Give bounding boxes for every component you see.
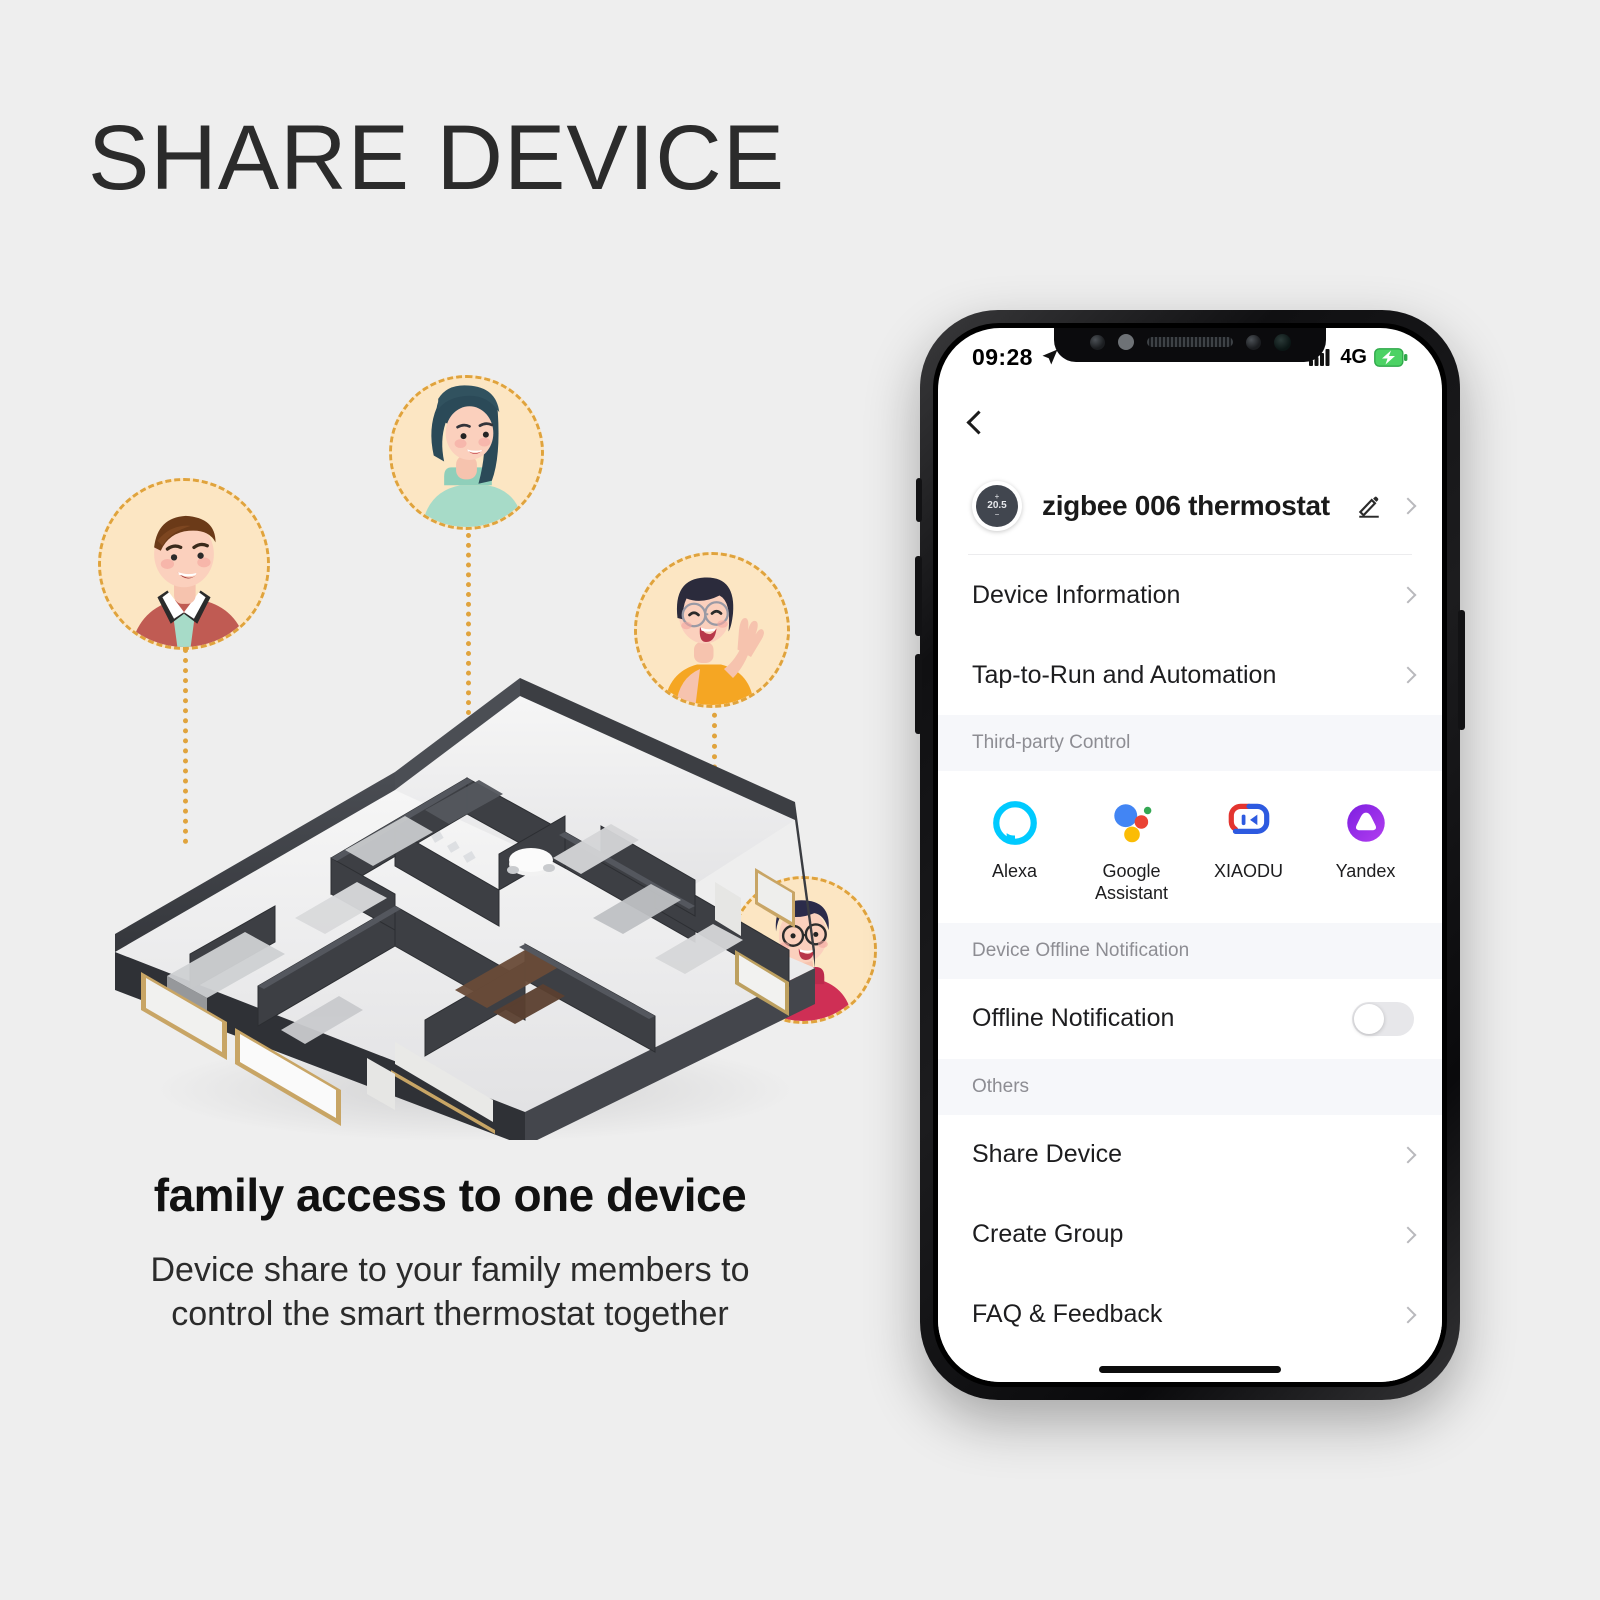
xiaodu-icon (1223, 797, 1275, 849)
brand-label: Yandex (1335, 861, 1396, 881)
brand-yandex[interactable]: Yandex (1307, 797, 1424, 905)
volume-down-button[interactable] (915, 654, 922, 734)
status-time: 09:28 (972, 343, 1033, 370)
row-share-device[interactable]: Share Device (938, 1114, 1442, 1195)
caption-title: family access to one device (153, 1169, 747, 1221)
brand-xiaodu[interactable]: XIAODU (1190, 797, 1307, 905)
avatar-man-red-jacket (98, 478, 270, 650)
row-label: Add to Home Screen (972, 1380, 1388, 1382)
power-button[interactable] (1458, 610, 1465, 730)
phone-bezel: 09:28 4G + 20.5 − zigbee 006 thermostat … (933, 323, 1447, 1387)
section-header-device-offline-notification: Device Offline Notification (938, 922, 1442, 979)
chevron-right-icon (1399, 586, 1417, 604)
proximity-sensor-icon (1089, 334, 1105, 350)
section-header-others: Others (938, 1058, 1442, 1115)
thermostat-minus-label: − (994, 510, 1000, 519)
row-label: Device Information (972, 580, 1181, 609)
row-create-group[interactable]: Create Group (938, 1194, 1442, 1275)
page-title: SHARE DEVICE (88, 107, 786, 209)
caption-sub-line-1: Device share to your family members to (150, 1251, 750, 1289)
ir-camera-icon (1245, 334, 1261, 350)
chevron-right-icon (1399, 1146, 1417, 1164)
caption-subtitle: Device share to your family members to c… (0, 1248, 900, 1336)
network-type-label: 4G (1340, 345, 1367, 368)
third-party-brand-grid: Alexa Google Assistant XIAODU Yandex (938, 771, 1442, 923)
front-camera-icon (1273, 333, 1291, 351)
thermostat-dial-icon: + 20.5 − (976, 485, 1018, 527)
back-button[interactable] (966, 409, 991, 435)
chevron-right-icon (1399, 1306, 1417, 1324)
chevron-right-icon (1399, 1226, 1417, 1244)
row-offline-notification[interactable]: Offline Notification (938, 978, 1442, 1059)
phone-screen: 09:28 4G + 20.5 − zigbee 006 thermostat … (938, 328, 1442, 1382)
status-bar-left: 09:28 (972, 344, 1060, 371)
row-label: Share Device (972, 1140, 1123, 1169)
alexa-icon (989, 797, 1041, 849)
brand-label: Google Assistant (1094, 861, 1169, 903)
pencil-icon[interactable] (1356, 493, 1382, 519)
device-thumbnail: + 20.5 − (972, 481, 1022, 531)
avatar-woman-long-hair (389, 375, 544, 530)
chevron-right-icon[interactable] (1399, 497, 1417, 515)
battery-charging-icon (1374, 347, 1408, 367)
volume-up-button[interactable] (915, 556, 922, 636)
navigation-bar (938, 386, 1442, 458)
earpiece-speaker-icon (1146, 337, 1233, 347)
device-header[interactable]: + 20.5 − zigbee 006 thermostat (938, 458, 1442, 554)
ambient-light-sensor-icon (1117, 334, 1134, 350)
phone-notch (1054, 328, 1326, 362)
yandex-alice-icon (1340, 797, 1392, 849)
google-assistant-icon (1106, 797, 1158, 849)
row-label: Create Group (972, 1220, 1124, 1249)
offline-notification-toggle[interactable] (1352, 1001, 1414, 1036)
status-bar-right: 4G (1309, 346, 1408, 369)
row-tap-to-run-and-automation[interactable]: Tap-to-Run and Automation (938, 635, 1442, 715)
row-label: FAQ & Feedback (972, 1300, 1163, 1329)
phone-mockup: 09:28 4G + 20.5 − zigbee 006 thermostat … (915, 310, 1465, 1400)
brand-alexa[interactable]: Alexa (956, 797, 1073, 905)
brand-label: Alexa (991, 861, 1038, 881)
home-indicator[interactable] (1099, 1366, 1281, 1373)
isometric-floorplan-illustration (95, 660, 835, 1146)
chevron-right-icon (1399, 666, 1417, 684)
silent-switch-button[interactable] (916, 478, 922, 522)
row-device-information[interactable]: Device Information (938, 555, 1442, 635)
section-header-third-party-control: Third-party Control (938, 715, 1442, 771)
brand-google-assistant[interactable]: Google Assistant (1073, 797, 1190, 905)
brand-label: XIAODU (1213, 861, 1283, 881)
caption-sub-line-2: control the smart thermostat together (171, 1295, 729, 1334)
row-label: Tap-to-Run and Automation (972, 660, 1277, 689)
device-name: zigbee 006 thermostat (1042, 490, 1330, 521)
row-faq-and-feedback[interactable]: FAQ & Feedback (938, 1274, 1442, 1355)
row-label: Offline Notification (972, 1004, 1175, 1033)
